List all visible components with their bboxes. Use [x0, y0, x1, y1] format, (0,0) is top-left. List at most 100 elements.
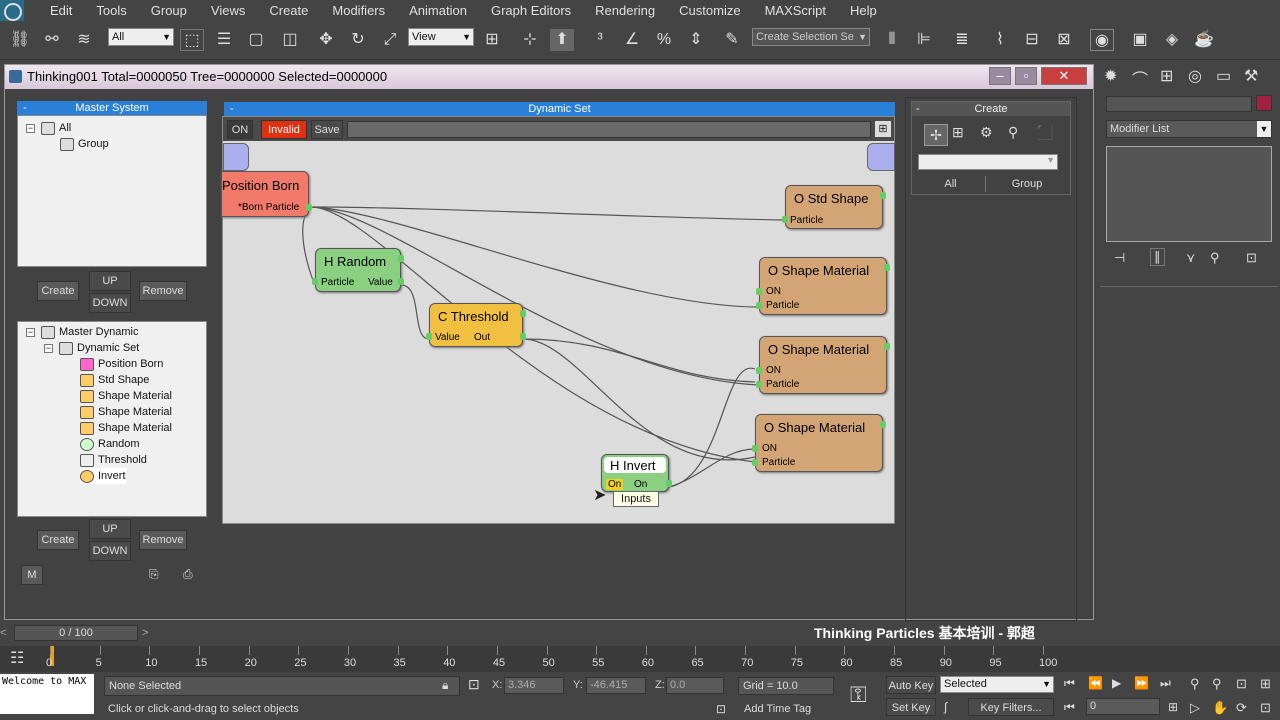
play-icon[interactable]: ▶ [1112, 676, 1121, 690]
manipulate-icon[interactable]: ⊹ [518, 29, 542, 51]
select-by-name-icon[interactable]: ☰ [212, 29, 236, 51]
node-std-shape[interactable]: O Std Shape Particle [782, 185, 886, 229]
x-coordinate-field[interactable]: 3.346 [504, 677, 564, 694]
tree-item-std-shape[interactable]: Std Shape [80, 372, 149, 388]
go-to-end-icon[interactable]: ⏭ [1160, 676, 1171, 691]
create-group-button[interactable]: Group [992, 176, 1062, 192]
tree-item-shape-material[interactable]: Shape Material [80, 388, 172, 404]
layer-manager-icon[interactable]: ≣ [950, 29, 974, 51]
default-tangents-icon[interactable]: ∫ [944, 700, 947, 714]
maxscript-listener[interactable]: Welcome to MAX [0, 674, 94, 714]
render-setup-icon[interactable]: ◉ [1090, 29, 1114, 51]
spinner-snap-icon[interactable]: ⇕ [684, 29, 708, 51]
dynamic-set-graph[interactable]: ON Invalid Save ⊞ Position Born *Born Pa… [221, 116, 895, 524]
menu-group[interactable]: Group [139, 0, 199, 21]
zoom-all-icon[interactable]: ⚲ [1212, 676, 1222, 692]
settings-gear-icon[interactable]: ⚙ [980, 124, 993, 141]
go-to-start-icon[interactable]: ⏮ [1064, 676, 1075, 691]
master-system-header[interactable]: - Master System [17, 101, 207, 115]
close-icon[interactable]: ✕ [1041, 67, 1087, 85]
menu-modifiers[interactable]: Modifiers [320, 0, 397, 21]
menu-rendering[interactable]: Rendering [583, 0, 667, 21]
snap-icon[interactable]: ³ [588, 29, 612, 51]
next-frame-button-icon[interactable]: ⏩ [1134, 676, 1149, 690]
previous-frame-icon[interactable]: ⏪ [1088, 676, 1103, 690]
pin-stack-icon[interactable]: ⊣ [1114, 250, 1125, 266]
percent-snap-icon[interactable]: % [652, 29, 676, 51]
create-type-dropdown[interactable]: ▼ [918, 154, 1058, 170]
menu-maxscript[interactable]: MAXScript [753, 0, 838, 21]
utilities-tab-icon[interactable]: ⚒ [1244, 66, 1258, 86]
key-mode-toggle-icon[interactable]: ⏮ [1064, 700, 1075, 715]
display-tab-icon[interactable]: ▭ [1216, 66, 1231, 86]
tree-item-shape-material[interactable]: Shape Material [80, 404, 172, 420]
auto-key-button[interactable]: Auto Key [886, 676, 936, 694]
master-system-remove-button[interactable]: Remove [139, 281, 187, 301]
orbit-icon[interactable]: ⟳ [1236, 700, 1247, 716]
scale-icon[interactable]: ⤢ [378, 29, 402, 51]
m-button[interactable]: M [21, 565, 43, 585]
render-production-icon[interactable]: ☕ [1192, 29, 1216, 51]
import-icon[interactable]: ⎙ [183, 567, 193, 582]
tree-item-position-born[interactable]: Position Born [80, 356, 163, 372]
bind-spacewarp-icon[interactable]: ≋ [72, 29, 96, 51]
tree-item-group[interactable]: Group [60, 136, 109, 152]
zoom-extents-all-icon[interactable]: ⊞ [1260, 676, 1271, 692]
node-position-born[interactable]: Position Born *Born Particle [221, 171, 312, 217]
master-dynamic-remove-button[interactable]: Remove [139, 530, 187, 550]
zoom-extents-icon[interactable]: ⊡ [1236, 676, 1247, 692]
minimize-icon[interactable]: – [989, 67, 1011, 85]
y-coordinate-field[interactable]: -46.415 [586, 677, 646, 694]
rect-selection-icon[interactable]: ▢ [244, 29, 268, 51]
node-threshold[interactable]: C Threshold Value Out [426, 303, 526, 347]
maximize-viewport-icon[interactable]: ⊡ [1260, 700, 1271, 716]
cube-icon[interactable]: ⬛ [1036, 124, 1053, 141]
key-mode-dropdown[interactable]: Selected ▼ [940, 676, 1054, 693]
edit-named-selection-icon[interactable]: ✎ [720, 29, 744, 51]
master-dynamic-tree[interactable]: − Master Dynamic − Dynamic Set Position Bo… [17, 321, 207, 517]
move-icon[interactable]: ✥ [314, 29, 338, 51]
tree-item-invert[interactable]: Invert [80, 468, 126, 484]
schematic-view-icon[interactable]: ⊟ [1020, 29, 1044, 51]
window-crossing-icon[interactable]: ◫ [278, 29, 302, 51]
key-filters-button[interactable]: Key Filters... [968, 698, 1054, 716]
menu-graph-editors[interactable]: Graph Editors [479, 0, 583, 21]
configure-sets-icon[interactable]: ⊡ [1246, 250, 1257, 266]
menu-customize[interactable]: Customize [667, 0, 752, 21]
tree-item-threshold[interactable]: Threshold [80, 452, 147, 468]
angle-snap-icon[interactable]: ∠ [620, 29, 644, 51]
keyboard-shortcut-icon[interactable]: ⬆ [550, 29, 574, 51]
dialog-titlebar[interactable]: Thinking001 Total=0000050 Tree=0000000 S… [5, 65, 1093, 89]
make-unique-icon[interactable]: ⋎ [1186, 250, 1196, 266]
new-operator-icon[interactable]: ✢ [924, 124, 948, 146]
master-dynamic-down-button[interactable]: DOWN [89, 541, 131, 561]
menu-create[interactable]: Create [257, 0, 320, 21]
next-frame-icon[interactable]: > [142, 624, 156, 642]
rotate-icon[interactable]: ↻ [346, 29, 370, 51]
set-key-button[interactable]: Set Key [886, 698, 936, 716]
align-icon[interactable]: ⊫ [912, 29, 936, 51]
curve-editor-icon[interactable]: ⌇ [988, 29, 1012, 51]
set-key-icon[interactable]: ⚿ [850, 682, 867, 708]
field-of-view-icon[interactable]: ▷ [1190, 700, 1200, 716]
reference-coord-dropdown[interactable]: View ▼ [408, 28, 474, 46]
modify-tab-icon[interactable]: ⌒ [1132, 66, 1148, 90]
pivot-icon[interactable]: ⊞ [480, 29, 504, 51]
zoom-icon[interactable]: ⚲ [1190, 676, 1200, 692]
material-editor-icon[interactable]: ⊠ [1052, 29, 1076, 51]
absolute-mode-icon[interactable]: ⊡ [468, 676, 480, 693]
tree-item-master-dynamic[interactable]: − Master Dynamic [26, 324, 138, 340]
object-name-field[interactable] [1106, 96, 1252, 112]
create-tab-icon[interactable]: ✹ [1104, 66, 1117, 86]
node-shape-material-3[interactable]: O Shape Material ON Particle [752, 414, 886, 472]
node-random[interactable]: H Random Particle Value [312, 248, 404, 292]
lock-selection-icon[interactable]: 🔒︎ [442, 678, 448, 693]
maximize-icon[interactable]: ▫ [1015, 67, 1037, 85]
tree-item-random[interactable]: Random [80, 436, 140, 452]
menu-views[interactable]: Views [199, 0, 257, 21]
node-invert[interactable]: H Invert On On [601, 454, 672, 492]
time-config-icon[interactable]: ⊞ [1168, 700, 1178, 714]
rendered-frame-icon[interactable]: ▣ [1128, 29, 1152, 51]
show-end-result-icon[interactable]: ∥ [1150, 248, 1165, 266]
tree-item-shape-material[interactable]: Shape Material [80, 420, 172, 436]
